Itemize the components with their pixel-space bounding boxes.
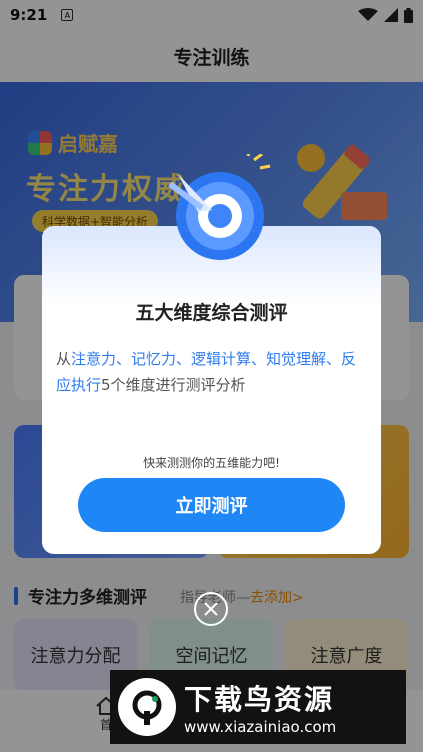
close-dialog-button[interactable] xyxy=(194,592,228,626)
close-icon xyxy=(204,602,218,616)
desc-dimensions: 注意力、记忆力、逻辑计算、知觉理解、 xyxy=(71,350,342,368)
desc-prefix: 从 xyxy=(56,350,72,368)
watermark-title: 下载鸟资源 xyxy=(184,683,335,716)
start-evaluation-button[interactable]: 立即测评 xyxy=(78,478,345,532)
watermark-logo-icon xyxy=(118,678,176,736)
evaluation-dialog: 五大维度综合测评 从注意力、记忆力、逻辑计算、知觉理解、反应执行5个维度进行测评… xyxy=(42,154,381,554)
dialog-title: 五大维度综合测评 xyxy=(135,302,288,324)
dialog-description: 从注意力、记忆力、逻辑计算、知觉理解、反应执行5个维度进行测评分析 xyxy=(56,346,368,398)
desc-suffix: 5个维度进行测评分析 xyxy=(101,376,246,394)
watermark-banner: 下载鸟资源 www.xiazainiao.com xyxy=(110,670,406,744)
watermark-url: www.xiazainiao.com xyxy=(184,718,337,736)
dialog-hint: 快来测测你的五维能力吧! xyxy=(143,456,280,470)
target-icon xyxy=(168,154,271,260)
